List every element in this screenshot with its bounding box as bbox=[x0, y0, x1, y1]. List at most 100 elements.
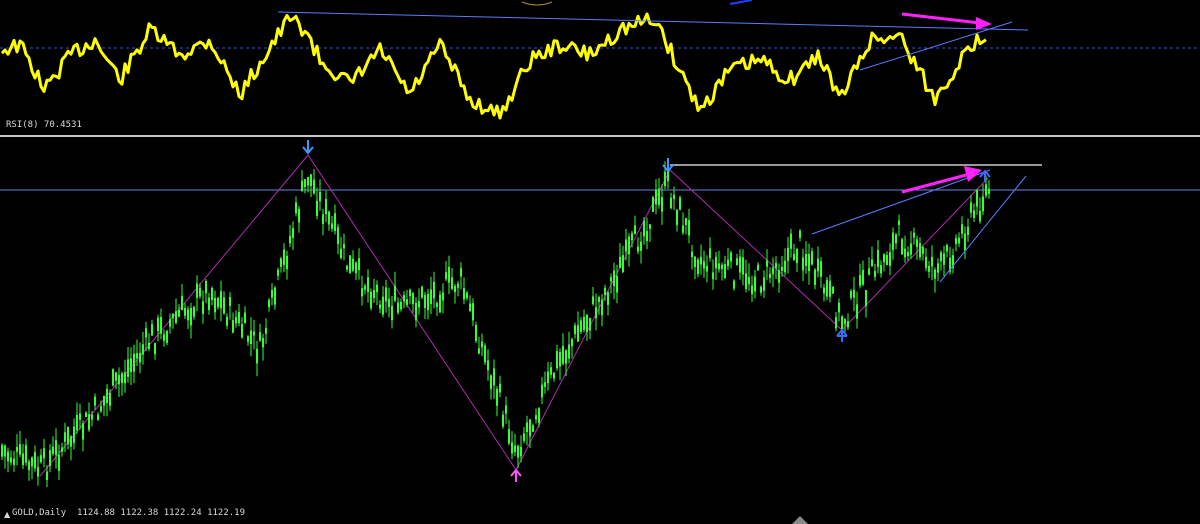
candle-body bbox=[646, 231, 648, 241]
candle-body bbox=[703, 261, 705, 269]
candle-body bbox=[241, 324, 243, 338]
candle-body bbox=[697, 259, 699, 274]
candle-body bbox=[58, 454, 60, 471]
candle-body bbox=[97, 414, 99, 421]
candle-body bbox=[184, 307, 186, 316]
candle-body bbox=[916, 239, 918, 248]
candle-body bbox=[934, 269, 936, 279]
candle-body bbox=[532, 425, 534, 432]
price-subwindow bbox=[0, 140, 1200, 524]
candle-body bbox=[763, 277, 765, 291]
scroll-marker-icon[interactable] bbox=[792, 516, 808, 524]
candle-body bbox=[283, 249, 285, 265]
candle-body bbox=[868, 268, 870, 275]
candle-body bbox=[652, 197, 654, 212]
rsi-trendline-rising bbox=[859, 21, 1013, 71]
candle-body bbox=[136, 353, 138, 359]
candle-body bbox=[148, 342, 150, 349]
candle-body bbox=[484, 345, 486, 363]
candle-body bbox=[721, 264, 723, 269]
candle-body bbox=[19, 444, 21, 455]
candle-body bbox=[85, 412, 87, 417]
candle-body bbox=[208, 297, 210, 310]
candle-body bbox=[28, 461, 30, 471]
candle-body bbox=[109, 392, 111, 406]
candle-body bbox=[922, 247, 924, 254]
candle-body bbox=[196, 283, 198, 298]
candle-body bbox=[967, 226, 969, 235]
candle-body bbox=[193, 306, 195, 317]
candle-body bbox=[247, 336, 249, 342]
candle-body bbox=[475, 324, 477, 342]
candle-body bbox=[844, 319, 846, 325]
candle-body bbox=[871, 259, 873, 267]
candle-body bbox=[895, 234, 897, 244]
candle-body bbox=[700, 256, 702, 265]
candle-body bbox=[322, 214, 324, 225]
candle-body bbox=[901, 239, 903, 255]
candle-body bbox=[598, 297, 600, 302]
candle-body bbox=[445, 272, 447, 280]
candle-body bbox=[742, 257, 744, 275]
candle-body bbox=[22, 453, 24, 466]
candle-body bbox=[553, 372, 555, 379]
candle-body bbox=[145, 328, 147, 338]
candle-body bbox=[187, 309, 189, 321]
candle-body bbox=[406, 299, 408, 305]
candle-body bbox=[919, 243, 921, 258]
candle-body bbox=[382, 296, 384, 315]
candle-body bbox=[190, 308, 192, 326]
candle-body bbox=[100, 406, 102, 412]
candle-body bbox=[487, 360, 489, 371]
candle-body bbox=[385, 287, 387, 302]
candle-body bbox=[496, 388, 498, 406]
candle-body bbox=[682, 225, 684, 233]
candle-body bbox=[49, 450, 51, 467]
candle-body bbox=[64, 432, 66, 442]
price-trendline-upper bbox=[811, 169, 991, 235]
chart-canvas[interactable] bbox=[0, 0, 1200, 524]
candle-body bbox=[130, 358, 132, 373]
candle-body bbox=[88, 414, 90, 430]
candle-body bbox=[607, 292, 609, 305]
candle-body bbox=[118, 375, 120, 385]
candle-body bbox=[37, 467, 39, 477]
candle-body bbox=[616, 276, 618, 293]
candle-body bbox=[154, 343, 156, 355]
candle-body bbox=[976, 190, 978, 207]
candle-body bbox=[358, 258, 360, 270]
candle-body bbox=[865, 290, 867, 306]
candle-body bbox=[784, 260, 786, 273]
candle-body bbox=[772, 267, 774, 275]
candle-body bbox=[34, 452, 36, 469]
candle-body bbox=[31, 457, 33, 467]
candle-body bbox=[220, 291, 222, 309]
candle-body bbox=[229, 297, 231, 306]
candle-body bbox=[43, 448, 45, 459]
candle-body bbox=[223, 297, 225, 314]
candle-body bbox=[112, 369, 114, 386]
stray-trendline-fragment bbox=[729, 0, 753, 5]
candle-body bbox=[517, 445, 519, 458]
candle-body bbox=[604, 287, 606, 295]
candle-body bbox=[568, 344, 570, 359]
candle-body bbox=[334, 213, 336, 231]
candle-body bbox=[46, 471, 48, 480]
candle-body bbox=[103, 395, 105, 406]
candle-body bbox=[676, 209, 678, 226]
candle-body bbox=[379, 304, 381, 309]
candle-body bbox=[70, 436, 72, 447]
candle-body bbox=[757, 264, 759, 271]
candle-body bbox=[589, 318, 591, 331]
rsi-divergence-arrowhead bbox=[976, 17, 992, 30]
candle-body bbox=[634, 225, 636, 235]
candle-body bbox=[766, 260, 768, 267]
candle-body bbox=[850, 291, 852, 298]
candle-body bbox=[211, 288, 213, 300]
candle-body bbox=[481, 341, 483, 348]
candle-body bbox=[712, 272, 714, 280]
candle-body bbox=[127, 359, 129, 377]
candle-body bbox=[544, 382, 546, 387]
candle-body bbox=[571, 339, 573, 347]
candle-body bbox=[505, 405, 507, 414]
